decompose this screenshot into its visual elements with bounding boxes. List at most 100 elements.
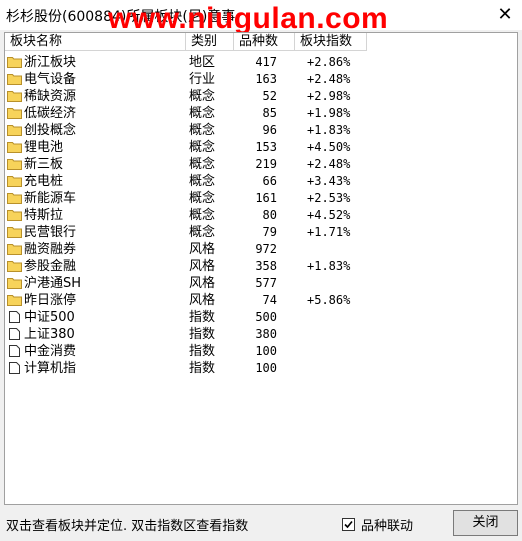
column-header-name[interactable]: 板块名称	[5, 33, 186, 51]
row-index-change: +2.48%	[307, 157, 351, 171]
row-type: 概念	[189, 140, 216, 155]
folder-icon	[7, 125, 22, 136]
document-icon	[9, 345, 20, 357]
table-row[interactable]: 稀缺资源 概念 52 +2.98%	[5, 88, 517, 105]
row-index-change: +3.43%	[307, 174, 351, 188]
row-name: 电气设备	[24, 72, 77, 87]
row-type: 地区	[189, 55, 216, 70]
row-name: 特斯拉	[24, 208, 64, 223]
sync-checkbox[interactable]: 品种联动	[342, 515, 413, 534]
document-icon	[9, 311, 20, 323]
row-name: 民营银行	[24, 225, 77, 240]
folder-icon	[7, 210, 22, 221]
row-count: 74	[262, 293, 277, 307]
title-bar: 杉杉股份(600884)所属板块(尼)意事 www.niugulan.com ✕	[0, 0, 522, 35]
checkbox-label: 品种联动	[361, 519, 414, 534]
folder-icon	[7, 193, 22, 204]
table-row[interactable]: 昨日涨停 风格 74 +5.86%	[5, 292, 517, 309]
table-row[interactable]: 中证500 指数 500	[5, 309, 517, 326]
column-header-count[interactable]: 品种数	[234, 33, 295, 51]
column-header-index[interactable]: 板块指数	[295, 33, 367, 51]
checkbox-box[interactable]	[342, 518, 355, 531]
row-count: 358	[255, 259, 277, 273]
table-row[interactable]: 新三板 概念 219 +2.48%	[5, 156, 517, 173]
row-count: 163	[255, 72, 277, 86]
table-row[interactable]: 特斯拉 概念 80 +4.52%	[5, 207, 517, 224]
row-type: 概念	[189, 123, 216, 138]
row-count: 66	[262, 174, 277, 188]
row-index-change: +4.52%	[307, 208, 351, 222]
row-type: 风格	[189, 259, 216, 274]
hint-text: 双击查看板块并定位. 双击指数区查看指数	[6, 519, 249, 534]
row-name: 昨日涨停	[24, 293, 77, 308]
row-count: 417	[255, 55, 277, 69]
table-row[interactable]: 参股金融 风格 358 +1.83%	[5, 258, 517, 275]
row-name: 沪港通SH	[24, 276, 82, 291]
sector-list[interactable]: 板块名称 类别 品种数 板块指数 浙江板块 地区 417 +2.86% 电气设备 行业 16…	[4, 32, 518, 505]
row-count: 100	[255, 361, 277, 375]
table-row[interactable]: 低碳经济 概念 85 +1.98%	[5, 105, 517, 122]
folder-icon	[7, 159, 22, 170]
row-count: 161	[255, 191, 277, 205]
row-count: 79	[262, 225, 277, 239]
row-type: 行业	[189, 72, 216, 87]
row-count: 85	[262, 106, 277, 120]
row-index-change: +4.50%	[307, 140, 351, 154]
list-header: 板块名称 类别 品种数 板块指数	[5, 33, 517, 52]
row-type: 指数	[189, 361, 216, 376]
folder-icon	[7, 74, 22, 85]
row-type: 概念	[189, 208, 216, 223]
table-row[interactable]: 沪港通SH 风格 577	[5, 275, 517, 292]
row-name: 浙江板块	[24, 55, 77, 70]
table-row[interactable]: 充电桩 概念 66 +3.43%	[5, 173, 517, 190]
row-index-change: +1.98%	[307, 106, 351, 120]
row-count: 100	[255, 344, 277, 358]
row-index-change: +1.83%	[307, 123, 351, 137]
row-count: 52	[262, 89, 277, 103]
row-name: 新三板	[24, 157, 64, 172]
row-name: 新能源车	[24, 191, 77, 206]
table-row[interactable]: 锂电池 概念 153 +4.50%	[5, 139, 517, 156]
row-type: 概念	[189, 106, 216, 121]
checkmark-icon	[344, 520, 353, 529]
row-name: 参股金融	[24, 259, 77, 274]
row-type: 概念	[189, 89, 216, 104]
table-row[interactable]: 浙江板块 地区 417 +2.86%	[5, 54, 517, 71]
document-icon	[9, 328, 20, 340]
table-row[interactable]: 融资融券 风格 972	[5, 241, 517, 258]
row-count: 380	[255, 327, 277, 341]
row-count: 219	[255, 157, 277, 171]
row-name: 计算机指	[24, 361, 77, 376]
document-icon	[9, 362, 20, 374]
row-count: 500	[255, 310, 277, 324]
folder-icon	[7, 142, 22, 153]
table-row[interactable]: 创投概念 概念 96 +1.83%	[5, 122, 517, 139]
folder-icon	[7, 278, 22, 289]
table-row[interactable]: 电气设备 行业 163 +2.48%	[5, 71, 517, 88]
table-row[interactable]: 民营银行 概念 79 +1.71%	[5, 224, 517, 241]
row-count: 80	[262, 208, 277, 222]
row-type: 指数	[189, 310, 216, 325]
folder-icon	[7, 57, 22, 68]
row-name: 创投概念	[24, 123, 77, 138]
watermark-text: www.niugulan.com	[108, 2, 389, 35]
table-row[interactable]: 中金消费 指数 100	[5, 343, 517, 360]
window-close-button[interactable]: ✕	[494, 4, 516, 26]
row-type: 风格	[189, 293, 216, 308]
row-count: 96	[262, 123, 277, 137]
row-name: 上证380	[24, 327, 75, 342]
table-row[interactable]: 上证380 指数 380	[5, 326, 517, 343]
folder-icon	[7, 227, 22, 238]
close-button[interactable]: 关闭	[453, 510, 518, 536]
row-type: 概念	[189, 225, 216, 240]
row-name: 融资融券	[24, 242, 77, 257]
folder-icon	[7, 91, 22, 102]
row-index-change: +2.48%	[307, 72, 351, 86]
row-index-change: +1.71%	[307, 225, 351, 239]
row-type: 概念	[189, 191, 216, 206]
table-row[interactable]: 计算机指 指数 100	[5, 360, 517, 377]
table-row[interactable]: 新能源车 概念 161 +2.53%	[5, 190, 517, 207]
row-count: 577	[255, 276, 277, 290]
row-count: 153	[255, 140, 277, 154]
column-header-type[interactable]: 类别	[186, 33, 234, 51]
